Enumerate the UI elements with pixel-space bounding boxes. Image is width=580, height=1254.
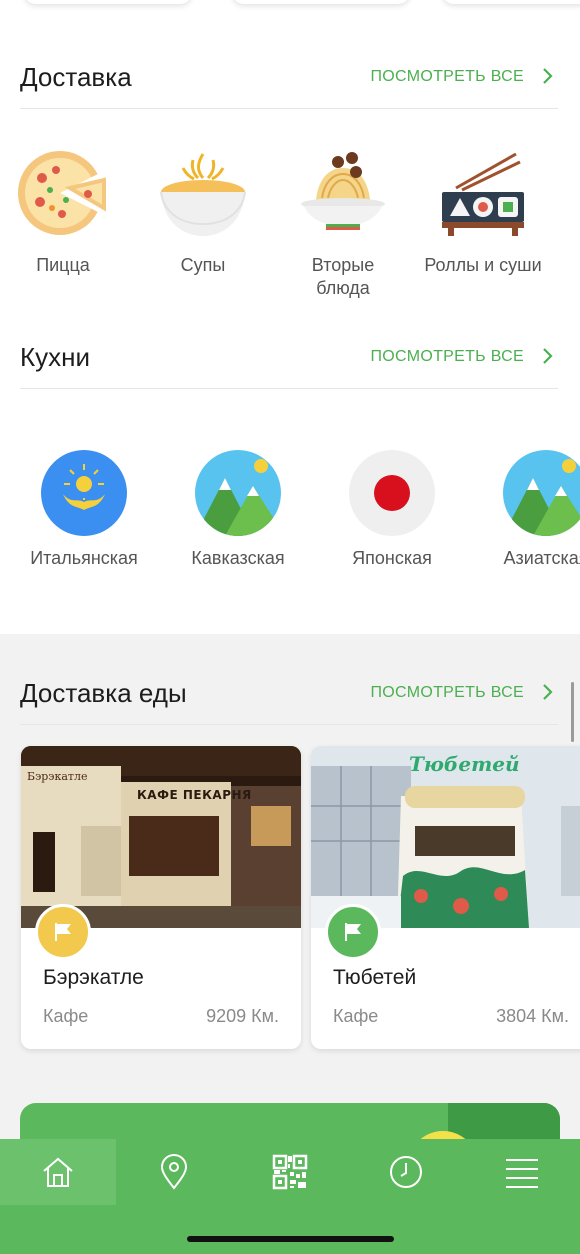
clock-icon <box>390 1156 422 1188</box>
restaurant-name: Бэрэкатле <box>43 966 144 989</box>
cuisine-label: Кавказская <box>191 548 285 568</box>
tab-home[interactable] <box>0 1139 116 1205</box>
category-soup[interactable]: Супы <box>143 150 263 277</box>
section-title: Доставка еды <box>20 678 187 708</box>
category-label-line: блюда <box>316 278 370 298</box>
restaurant-type: Кафе <box>43 1006 89 1026</box>
tab-qr[interactable] <box>232 1139 348 1205</box>
cuisine-caucasian[interactable]: Кавказская <box>163 450 313 569</box>
kazakhstan-flag-icon <box>41 450 127 536</box>
photo-sign: Тюбетей <box>409 752 520 776</box>
home-icon <box>43 1157 73 1187</box>
restaurant-photo: Тюбетей <box>311 746 580 928</box>
japan-flag-icon <box>349 450 435 536</box>
soup-icon <box>160 153 246 236</box>
flag-badge-icon <box>325 904 381 960</box>
tab-menu[interactable] <box>464 1139 580 1205</box>
chevron-right-icon[interactable] <box>540 344 556 368</box>
partial-card[interactable] <box>232 0 410 4</box>
category-label-line: Вторые <box>311 255 375 275</box>
sushi-icon <box>442 152 524 236</box>
photo-sign: Бэрэкатле <box>27 770 88 783</box>
see-all-link[interactable]: ПОСМОТРЕТЬ ВСЕ <box>371 68 525 86</box>
cuisine-label: Азиатская <box>503 548 580 568</box>
category-label: Пицца <box>36 255 90 275</box>
tab-map[interactable] <box>116 1139 232 1205</box>
restaurant-distance: 3804 Км. <box>496 1006 569 1026</box>
restaurant-type: Кафе <box>333 1006 379 1026</box>
partial-card[interactable] <box>442 0 580 4</box>
cuisine-italian[interactable]: Итальянская <box>9 450 159 569</box>
flag-badge-icon <box>35 904 91 960</box>
cuisine-japanese[interactable]: Японская <box>317 450 467 569</box>
category-main-dishes[interactable]: Вторые блюда <box>283 150 403 300</box>
restaurant-card[interactable]: КАФЕ ПЕКАРНЯ Бэрэкатле Бэрэкатле Кафе 92… <box>21 746 301 1049</box>
cuisine-label: Японская <box>352 548 432 568</box>
tab-history[interactable] <box>348 1139 464 1205</box>
food-delivery-section-header: Доставка еды ПОСМОТРЕТЬ ВСЕ <box>20 678 558 718</box>
category-label: Супы <box>180 255 226 275</box>
chevron-right-icon[interactable] <box>540 64 556 88</box>
see-all-link[interactable]: ПОСМОТРЕТЬ ВСЕ <box>371 348 525 366</box>
chevron-right-icon[interactable] <box>540 680 556 704</box>
pizza-icon <box>18 151 108 235</box>
cuisine-label: Итальянская <box>30 548 138 568</box>
cuisine-asian[interactable]: Азиатская <box>471 450 580 569</box>
category-label: Вторые блюда <box>283 254 403 300</box>
restaurant-name: Тюбетей <box>333 966 417 989</box>
restaurant-photo: КАФЕ ПЕКАРНЯ Бэрэкатле <box>21 746 301 928</box>
top-partial-cards <box>0 0 580 8</box>
section-title: Кухни <box>20 342 91 372</box>
category-label: Роллы и суши <box>424 255 542 275</box>
divider <box>20 388 558 389</box>
divider <box>20 108 558 109</box>
delivery-section-header: Доставка ПОСМОТРЕТЬ ВСЕ <box>20 62 558 102</box>
restaurant-card[interactable]: Тюбетей Тюбетей Кафе 3804 Км. <box>311 746 580 1049</box>
map-pin-icon <box>160 1154 188 1190</box>
cuisines-section-header: Кухни ПОСМОТРЕТЬ ВСЕ <box>20 342 558 382</box>
see-all-link[interactable]: ПОСМОТРЕТЬ ВСЕ <box>371 684 525 702</box>
category-rolls-sushi[interactable]: Роллы и суши <box>423 150 543 277</box>
partial-card[interactable] <box>24 0 192 4</box>
category-pizza[interactable]: Пицца <box>3 150 123 277</box>
photo-sign: КАФЕ ПЕКАРНЯ <box>137 788 252 802</box>
qr-code-icon <box>272 1154 308 1190</box>
mountains-icon <box>503 450 580 536</box>
divider <box>20 724 558 725</box>
menu-icon <box>506 1159 538 1188</box>
section-title: Доставка <box>20 62 132 92</box>
home-indicator <box>187 1236 394 1242</box>
restaurant-distance: 9209 Км. <box>206 1006 279 1026</box>
scroll-indicator[interactable] <box>571 682 574 742</box>
pasta-icon <box>301 152 385 230</box>
mountains-icon <box>195 450 281 536</box>
